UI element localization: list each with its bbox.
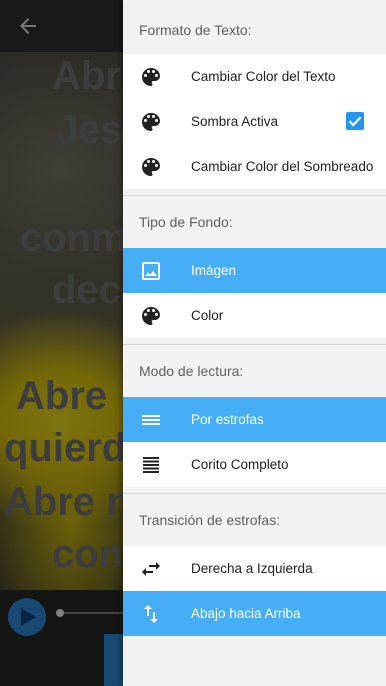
shadow-checkbox[interactable]: [346, 112, 364, 130]
menu-item-label: Cambiar Color del Texto: [191, 69, 336, 84]
menu-item-background-color[interactable]: Color: [123, 293, 386, 338]
menu-item-label: Derecha a Izquierda: [191, 561, 313, 576]
palette-icon: [139, 155, 163, 179]
short-lines-icon: [139, 408, 163, 432]
settings-drawer: Formato de Texto: Cambiar Color del Text…: [123, 0, 386, 686]
menu-item-label: Cambiar Color del Sombreado: [191, 159, 374, 174]
menu-item-bottom-to-top[interactable]: Abajo hacia Arriba: [123, 591, 386, 636]
swap-horizontal-icon: [139, 557, 163, 581]
menu-item-text-color[interactable]: Cambiar Color del Texto: [123, 54, 386, 99]
section-header-background-type: Tipo de Fondo:: [139, 214, 233, 230]
menu-item-full-chorus[interactable]: Corito Completo: [123, 442, 386, 487]
menu-item-shadow-active[interactable]: Sombra Activa: [123, 99, 386, 144]
menu-item-shadow-color[interactable]: Cambiar Color del Sombreado: [123, 144, 386, 189]
palette-icon: [139, 304, 163, 328]
menu-item-background-image[interactable]: Imágen: [123, 248, 386, 293]
menu-item-label: Corito Completo: [191, 457, 289, 472]
menu-item-label: Abajo hacia Arriba: [191, 606, 301, 621]
menu-item-label: Sombra Activa: [191, 114, 279, 129]
menu-item-right-to-left[interactable]: Derecha a Izquierda: [123, 546, 386, 591]
section-header-reading-mode: Modo de lectura:: [139, 363, 244, 379]
menu-item-by-stanzas[interactable]: Por estrofas: [123, 397, 386, 442]
full-lines-icon: [139, 453, 163, 477]
palette-icon: [139, 65, 163, 89]
section-header-stanza-transition: Transición de estrofas:: [139, 512, 281, 528]
menu-item-label: Color: [191, 308, 224, 323]
section-header-text-format: Formato de Texto:: [139, 22, 252, 38]
menu-item-label: Imágen: [191, 263, 237, 278]
menu-item-label: Por estrofas: [191, 412, 264, 427]
palette-icon: [139, 110, 163, 134]
checkmark-icon: [348, 116, 362, 127]
swap-vertical-icon: [139, 602, 163, 626]
image-icon: [139, 259, 163, 283]
